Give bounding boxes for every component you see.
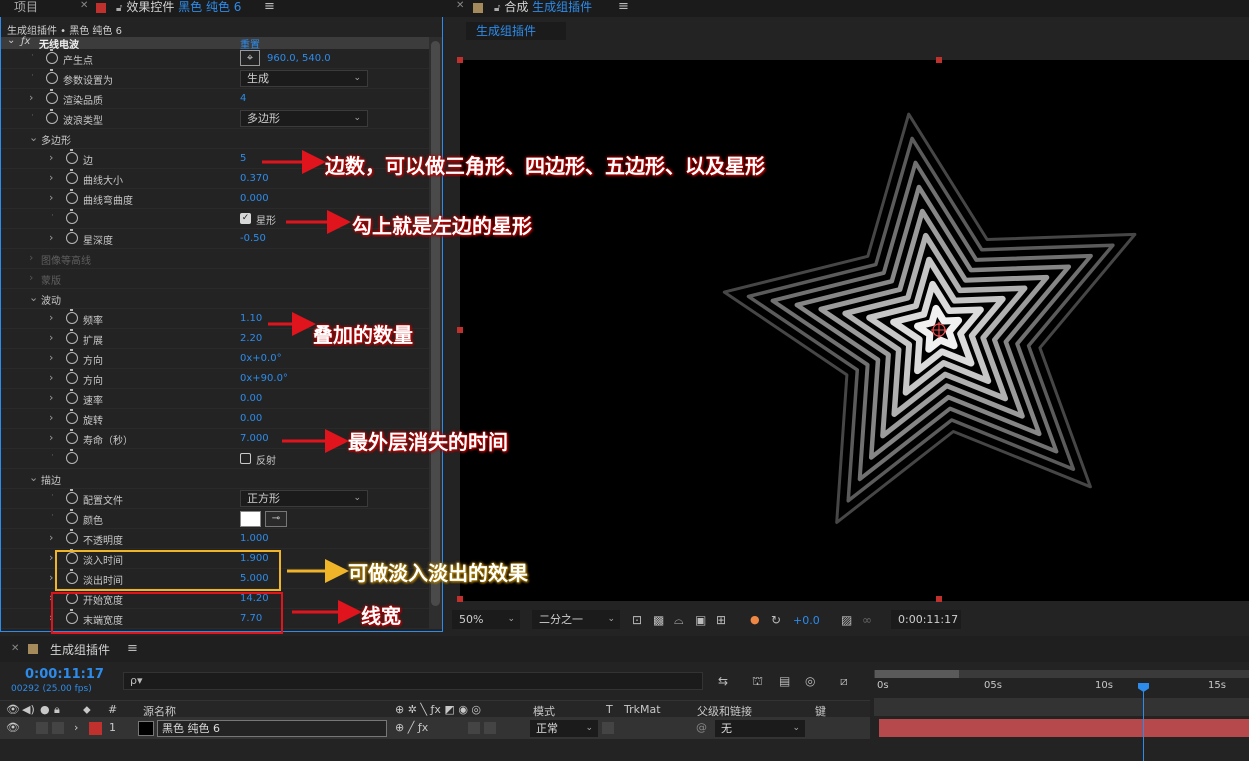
motion-blur-icon[interactable]: ◎	[805, 674, 815, 688]
audio-icon[interactable]: ◀)	[22, 703, 35, 716]
label-icon[interactable]: ⬥	[83, 703, 91, 717]
eye-icon[interactable]: 👁︎	[6, 703, 20, 716]
layer-row[interactable]: 👁︎ › 1 黑色 纯色 6 ⊕ ╱ ƒx 正常 ⌄ @ 无 ⌄	[0, 718, 870, 739]
col-keys: 键	[815, 705, 826, 718]
col-t: T	[606, 703, 613, 716]
layer-search-input[interactable]: ρ▾	[123, 672, 703, 690]
ruler-tick: 05s	[984, 680, 1002, 691]
ruler-tick: 10s	[1095, 680, 1113, 691]
highlight-box-fade	[55, 550, 281, 591]
mode-value: 正常	[536, 722, 558, 735]
audio-toggle[interactable]	[36, 722, 48, 734]
ruler-tick: 0s	[877, 680, 889, 691]
annotation-star: 勾上就是左边的星形	[352, 214, 532, 238]
chevron-down-icon: ⌄	[585, 723, 593, 733]
col-trkmat: TrkMat	[624, 703, 661, 716]
col-parent[interactable]: 父级和链接	[697, 703, 752, 719]
lock-icon[interactable]: 🔒︎	[54, 703, 60, 717]
annotation-frequency: 叠加的数量	[313, 323, 413, 347]
chevron-right-icon[interactable]: ›	[74, 721, 78, 734]
timeline-panel: ✕ 生成组插件 ≡ 0:00:11:17 00292 (25.00 fps) ρ…	[0, 636, 1249, 761]
label-color-icon[interactable]	[89, 722, 102, 735]
highlight-box-width	[51, 592, 283, 634]
ruler-tick: 15s	[1208, 680, 1226, 691]
col-mode[interactable]: 模式	[533, 703, 555, 719]
timeline-tab-bar: ✕ 生成组插件 ≡	[0, 636, 1249, 662]
switches-icons: ⊕ ✲ ╲ ƒx ◩ ◉ ◎	[395, 703, 482, 716]
annotation-fade: 可做淡入淡出的效果	[348, 561, 528, 585]
eye-icon[interactable]: 👁︎	[6, 721, 20, 734]
close-icon[interactable]: ✕	[11, 643, 19, 654]
timeline-track-header	[874, 698, 1249, 716]
parent-dropdown[interactable]: 无 ⌄	[715, 720, 805, 737]
graph-editor-icon[interactable]: ⧄	[840, 674, 848, 689]
mode-dropdown[interactable]: 正常 ⌄	[530, 720, 598, 737]
work-area-range[interactable]	[875, 670, 959, 678]
chevron-down-icon: ⌄	[792, 723, 800, 733]
layer-duration-bar[interactable]	[879, 719, 1249, 737]
preserve-transparency-toggle[interactable]	[602, 722, 614, 734]
playhead-line	[1143, 684, 1144, 761]
switches-icons[interactable]: ⊕ ╱ ƒx	[395, 721, 428, 734]
frame-count: 00292 (25.00 fps)	[11, 684, 92, 694]
switch-toggle[interactable]	[484, 722, 496, 734]
draft-3d-icon[interactable]: ⛫	[752, 674, 763, 690]
switch-toggle[interactable]	[468, 722, 480, 734]
time-ruler[interactable]: 0s 05s 10s 15s	[874, 664, 1249, 761]
timeline-tab-title[interactable]: 生成组插件	[50, 641, 110, 658]
solid-thumbnail	[138, 721, 154, 736]
frame-blend-icon[interactable]: ▤	[779, 674, 790, 688]
annotation-width: 线宽	[361, 604, 401, 628]
comp-icon	[28, 644, 38, 654]
layer-number: 1	[109, 721, 116, 734]
col-source-name[interactable]: 源名称	[143, 703, 176, 719]
comp-flowchart-icon[interactable]: ⇆	[718, 674, 728, 688]
col-number: #	[108, 703, 118, 716]
panel-menu-icon[interactable]: ≡	[127, 641, 138, 656]
annotation-sides: 边数，可以做三角形、四边形、五边形、以及星形	[325, 154, 765, 178]
solo-toggle[interactable]	[52, 722, 64, 734]
solo-icon[interactable]: ●	[40, 703, 50, 716]
parent-value: 无	[721, 722, 732, 735]
pickwhip-icon[interactable]: @	[696, 721, 707, 734]
layer-column-headers: 👁︎ ◀) ● 🔒︎ ⬥ # 源名称 ⊕ ✲ ╲ ƒx ◩ ◉ ◎ 模式 T T…	[0, 700, 870, 718]
annotation-lifespan: 最外层消失的时间	[348, 430, 508, 454]
current-time[interactable]: 0:00:11:17	[25, 667, 104, 682]
layer-name[interactable]: 黑色 纯色 6	[157, 720, 387, 737]
